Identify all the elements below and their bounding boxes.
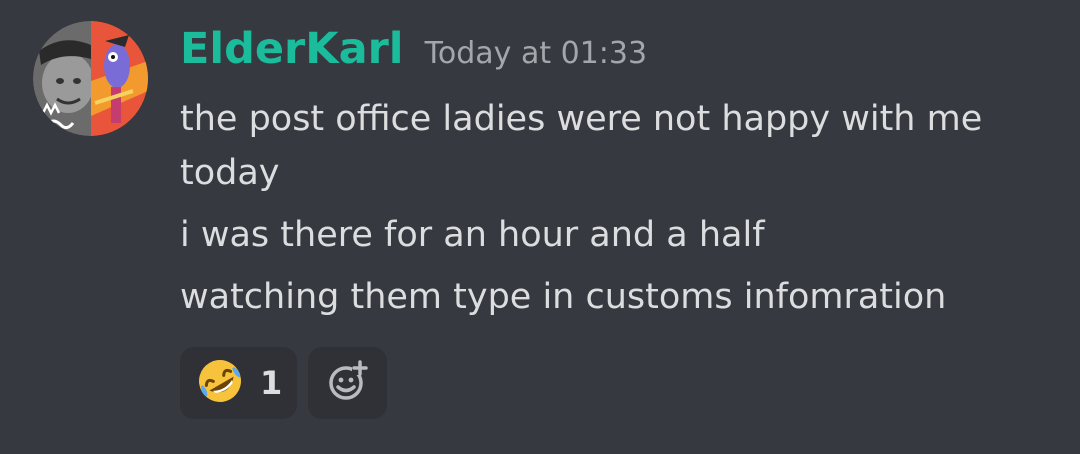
add-reaction-button[interactable] [308, 347, 387, 419]
avatar-image [33, 21, 148, 136]
reaction-bar: 1 [180, 347, 387, 419]
message-line: the post office ladies were not happy wi… [180, 99, 983, 193]
add-reaction-icon [326, 359, 370, 407]
reaction-rofl[interactable]: 1 [180, 347, 297, 419]
avatar[interactable] [33, 21, 148, 136]
timestamp[interactable]: Today at 01:33 [425, 36, 647, 71]
reaction-count: 1 [260, 364, 283, 402]
message-header: ElderKarl Today at 01:33 [180, 24, 647, 74]
message-content: the post office ladies were not happy wi… [180, 92, 1040, 324]
rofl-emoji-icon [195, 356, 245, 410]
chat-message: ElderKarl Today at 01:33 the post office… [0, 0, 1080, 454]
message-line: i was there for an hour and a half [180, 215, 765, 255]
author-name[interactable]: ElderKarl [180, 24, 404, 74]
message-line: watching them type in customs infomratio… [180, 277, 947, 317]
